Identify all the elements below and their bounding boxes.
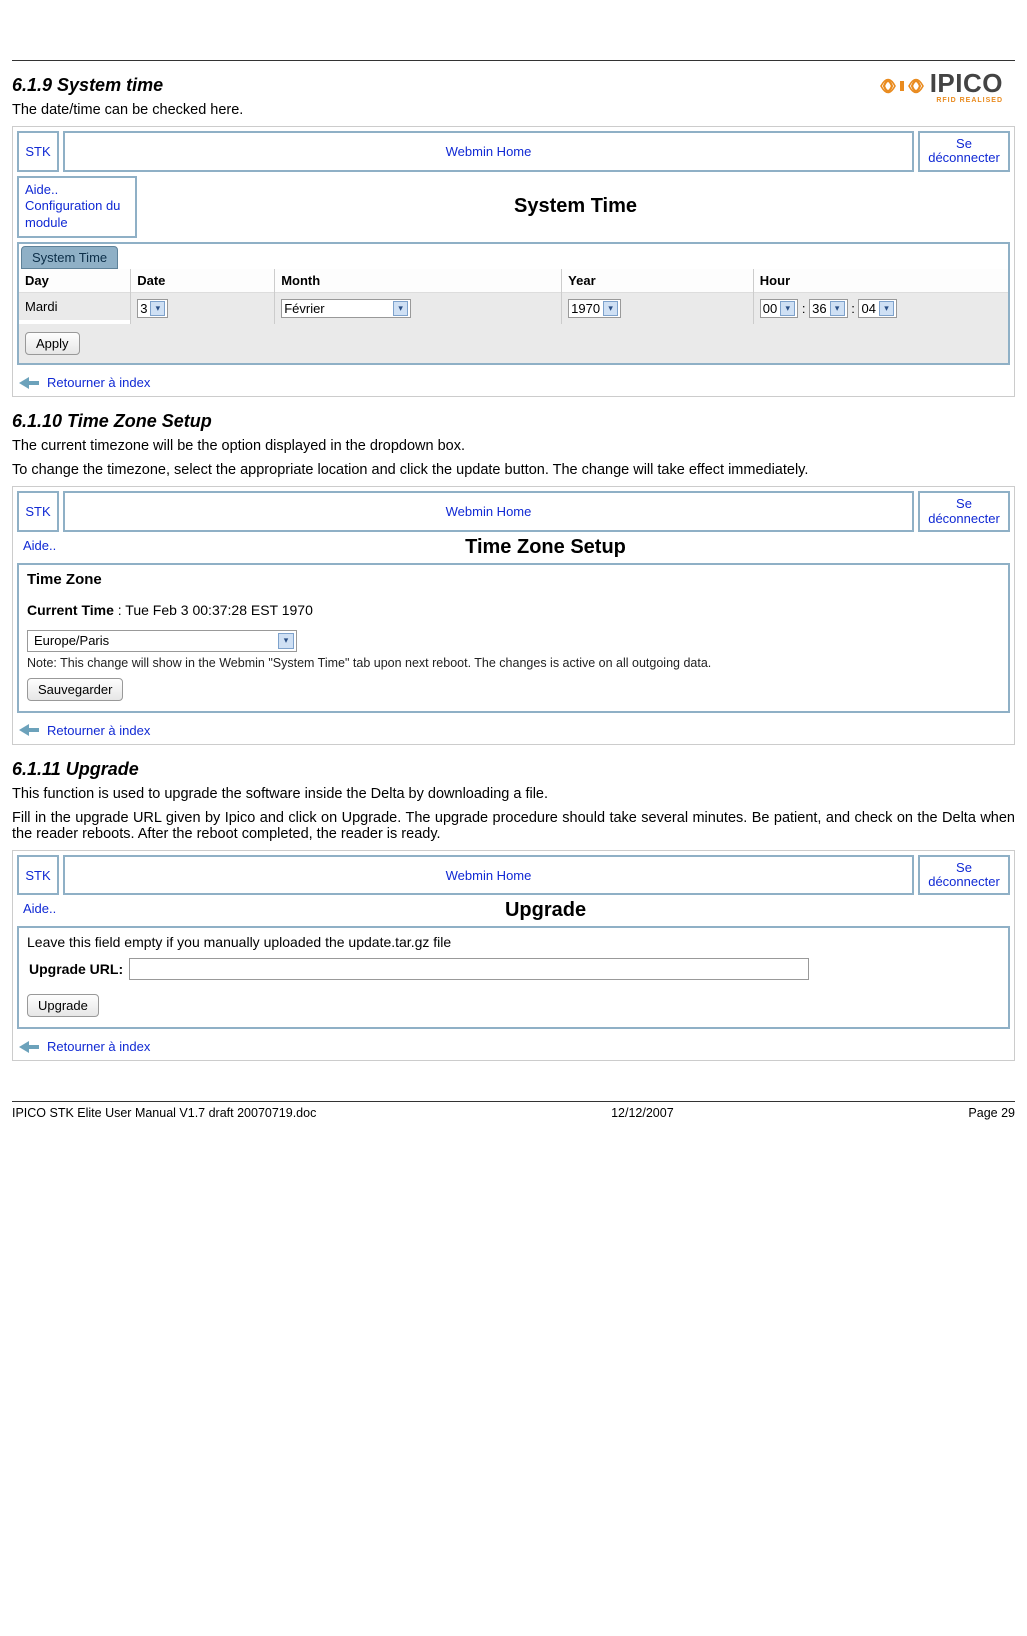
page-title: Upgrade [81,899,1010,922]
col-day-value: Mardi [19,293,130,320]
para-tz-2: To change the timezone, select the appro… [12,462,1015,478]
header-rule [12,60,1015,61]
stk-button[interactable]: STK [17,131,59,172]
stk-button[interactable]: STK [17,855,59,896]
col-month-header: Month [275,269,561,293]
col-year-header: Year [562,269,753,293]
logout-button[interactable]: Se déconnecter [918,855,1010,896]
screenshot-system-time: STK Webmin Home Se déconnecter Aide.. Co… [12,126,1015,397]
chevron-down-icon: ▾ [780,301,795,316]
logo: IPICO RFID REALISED [880,68,1003,104]
timezone-select[interactable]: Europe/Paris ▾ [27,630,297,652]
webmin-home-button[interactable]: Webmin Home [63,491,914,532]
heading-upgrade: 6.1.11 Upgrade [12,759,1015,780]
para-upg-1: This function is used to upgrade the sof… [12,786,1015,802]
page-title: Time Zone Setup [81,536,1010,559]
page-footer: IPICO STK Elite User Manual V1.7 draft 2… [12,1102,1015,1120]
logo-text: IPICO [930,68,1003,99]
chevron-down-icon: ▾ [603,301,618,316]
screenshot-tz-setup: STK Webmin Home Se déconnecter Aide.. Ti… [12,486,1015,745]
current-time-value: Tue Feb 3 00:37:28 EST 1970 [125,602,313,618]
aide-box[interactable]: Aide.. Configuration du module [17,176,137,239]
current-time-label: Current Time [27,602,114,618]
upgrade-hint: Leave this field empty if you manually u… [27,934,1000,950]
chevron-down-icon: ▾ [393,301,408,316]
para-system-time: The date/time can be checked here. [12,102,1015,118]
stk-button[interactable]: STK [17,491,59,532]
save-button[interactable]: Sauvegarder [27,678,123,701]
year-select[interactable]: 1970 ▾ [568,299,621,318]
logo-icon [880,72,924,100]
webmin-home-button[interactable]: Webmin Home [63,131,914,172]
chevron-down-icon: ▾ [830,301,845,316]
para-tz-1: The current timezone will be the option … [12,438,1015,454]
heading-system-time: 6.1.9 System time [12,75,1015,96]
screenshot-upgrade: STK Webmin Home Se déconnecter Aide.. Up… [12,850,1015,1062]
chevron-down-icon: ▾ [278,633,294,649]
minute-select[interactable]: 36 ▾ [809,299,847,318]
logout-button[interactable]: Se déconnecter [918,491,1010,532]
col-hour-header: Hour [754,269,1008,293]
upgrade-url-input[interactable] [129,958,809,980]
aide-link[interactable]: Aide.. [17,899,77,922]
upgrade-button[interactable]: Upgrade [27,994,99,1017]
aide-link[interactable]: Aide.. [17,536,77,559]
tz-note: Note: This change will show in the Webmi… [27,656,1000,670]
return-link[interactable]: Retourner à index [13,719,1014,744]
arrow-left-icon [19,1041,39,1053]
footer-right: Page 29 [968,1106,1015,1120]
footer-mid: 12/12/2007 [611,1106,674,1120]
col-day-header: Day [19,269,130,293]
month-select[interactable]: Février ▾ [281,299,411,318]
heading-tz-setup: 6.1.10 Time Zone Setup [12,411,1015,432]
webmin-home-button[interactable]: Webmin Home [63,855,914,896]
second-select[interactable]: 04 ▾ [858,299,896,318]
para-upg-2: Fill in the upgrade URL given by Ipico a… [12,810,1015,842]
tab-system-time[interactable]: System Time [21,246,118,269]
footer-left: IPICO STK Elite User Manual V1.7 draft 2… [12,1106,316,1120]
hour-select[interactable]: 00 ▾ [760,299,798,318]
return-link[interactable]: Retourner à index [13,1035,1014,1060]
chevron-down-icon: ▾ [150,301,165,316]
upgrade-url-label: Upgrade URL: [29,961,123,977]
tz-label: Time Zone [27,571,1000,596]
apply-button[interactable]: Apply [25,332,80,355]
col-date-header: Date [131,269,274,293]
logout-button[interactable]: Se déconnecter [918,131,1010,172]
chevron-down-icon: ▾ [879,301,894,316]
date-select[interactable]: 3 ▾ [137,299,168,318]
arrow-left-icon [19,377,39,389]
arrow-left-icon [19,724,39,736]
page-title: System Time [141,176,1010,239]
logo-tagline: RFID REALISED [930,97,1003,104]
return-link[interactable]: Retourner à index [13,371,1014,396]
